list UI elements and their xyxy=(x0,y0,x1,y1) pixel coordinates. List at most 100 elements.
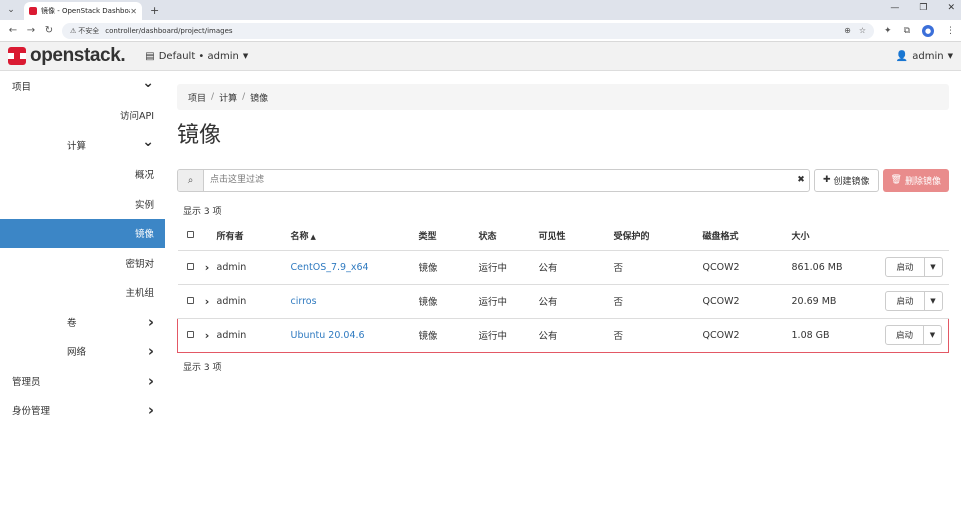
tab-close-icon[interactable]: ✕ xyxy=(130,7,137,16)
row-checkbox[interactable] xyxy=(186,262,194,270)
cell-protected: 否 xyxy=(613,317,703,353)
sidebar-item-label: 身份管理 xyxy=(12,406,51,418)
cell-name[interactable]: Ubuntu 20.04.6 xyxy=(290,317,419,353)
extension-icon[interactable]: ✦ xyxy=(884,26,892,36)
sidebar-item-0[interactable]: 项目 ⌄ xyxy=(0,71,165,101)
sidebar-item-9[interactable]: 网络 › xyxy=(0,337,165,367)
url-field[interactable]: ⚠ 不安全 controller/dashboard/project/images… xyxy=(62,22,875,39)
col-owner[interactable]: 所有者 xyxy=(216,222,291,251)
row-actions-dropdown-icon[interactable]: ▼ xyxy=(924,291,943,311)
col-name[interactable]: 名称 ▲ xyxy=(290,222,419,251)
sidebar-item-2[interactable]: 计算 ⌄ xyxy=(0,130,165,160)
col-type[interactable]: 类型 xyxy=(418,222,479,251)
insecure-indicator[interactable]: ⚠ 不安全 xyxy=(70,26,99,36)
cell-format: QCOW2 xyxy=(702,250,792,285)
bookmark-star-icon[interactable]: ☆ xyxy=(859,26,866,35)
sidebar-item-4[interactable]: 实例 xyxy=(0,189,165,219)
sidebar-item-7[interactable]: 主机组 xyxy=(0,278,165,308)
breadcrumb-compute[interactable]: 计算 xyxy=(219,91,237,104)
row-actions-dropdown-icon[interactable]: ▼ xyxy=(924,257,943,277)
col-visibility[interactable]: 可见性 xyxy=(538,222,614,251)
cell-protected: 否 xyxy=(613,284,703,319)
user-label: admin xyxy=(912,50,944,62)
sidebar-item-label: 计算 xyxy=(67,140,87,152)
plus-icon: ✚ xyxy=(822,175,831,185)
filter-input[interactable] xyxy=(204,169,793,191)
chevron-right-icon: › xyxy=(147,342,154,361)
reload-icon[interactable]: ↻ xyxy=(42,25,56,36)
sidebar-item-5[interactable]: 镜像 xyxy=(0,218,165,248)
sidebar-item-label: 实例 xyxy=(134,199,154,211)
user-menu[interactable]: 👤 admin ▼ xyxy=(896,51,953,62)
project-selector[interactable]: ▤ Default • admin ▼ xyxy=(145,51,248,62)
search-icon[interactable]: ⌕ xyxy=(178,169,204,191)
cell-status: 运行中 xyxy=(478,250,539,285)
chevron-down-icon: ⌄ xyxy=(142,133,154,150)
cell-type: 镜像 xyxy=(418,250,479,285)
col-disk-format[interactable]: 磁盘格式 xyxy=(702,222,792,251)
browser-menu-icon[interactable]: ⋮ xyxy=(946,26,955,36)
tab-search-icon[interactable]: ⌄ xyxy=(4,3,18,17)
sidebar-item-1[interactable]: 访问API xyxy=(0,101,165,131)
expand-row-chevron-icon[interactable]: › xyxy=(197,284,217,319)
row-checkbox[interactable] xyxy=(187,330,194,338)
chevron-right-icon: › xyxy=(147,401,154,420)
launch-button[interactable]: 启动 xyxy=(884,325,924,345)
expand-row-chevron-icon[interactable]: › xyxy=(197,250,217,285)
row-actions-dropdown-icon[interactable]: ▼ xyxy=(924,325,942,345)
openstack-logo[interactable]: openstack. xyxy=(8,45,126,67)
window-controls: — ❐ ✕ xyxy=(890,3,955,13)
breadcrumb-images: 镜像 xyxy=(250,93,269,104)
clear-filter-icon[interactable]: ✖ xyxy=(793,170,809,191)
sidebar-item-6[interactable]: 密钥对 xyxy=(0,248,165,278)
cell-format: QCOW2 xyxy=(702,317,792,353)
cell-visibility: 公有 xyxy=(538,284,614,319)
forward-icon[interactable]: → xyxy=(24,25,38,36)
close-window-icon[interactable]: ✕ xyxy=(947,3,955,13)
launch-button[interactable]: 启动 xyxy=(885,257,925,277)
sidebar-item-label: 概况 xyxy=(134,170,154,182)
chevron-right-icon: › xyxy=(147,312,154,331)
table-row: › admin cirros 镜像 运行中 公有否 QCOW2 20.69 MB 启动 ▼ xyxy=(177,284,949,319)
sort-asc-icon: ▲ xyxy=(310,233,316,242)
col-size[interactable]: 大小 xyxy=(791,222,862,251)
cell-size: 20.69 MB xyxy=(791,284,862,319)
sidebar-item-8[interactable]: 卷 › xyxy=(0,307,165,337)
item-count-top: 显示 3 项 xyxy=(183,207,222,217)
table-row: › admin Ubuntu 20.04.6 镜像 运行中 公有否 QCOW2 1.08 GB… xyxy=(177,317,950,353)
caret-down-icon: ▼ xyxy=(242,52,249,60)
create-image-button[interactable]: ✚ 创建镜像 xyxy=(813,168,879,192)
cell-format: QCOW2 xyxy=(702,284,792,319)
launch-button[interactable]: 启动 xyxy=(885,291,925,311)
cell-protected: 否 xyxy=(613,250,703,285)
sidebar-item-10[interactable]: 管理员 › xyxy=(0,366,165,396)
sidebar-item-3[interactable]: 概况 xyxy=(0,160,165,190)
openstack-logo-icon xyxy=(8,47,26,65)
cell-name[interactable]: CentOS_7.9_x64 xyxy=(290,250,419,285)
row-checkbox[interactable] xyxy=(186,296,194,304)
expand-row-chevron-icon[interactable]: › xyxy=(197,317,217,353)
extensions-puzzle-icon[interactable]: ⧉ xyxy=(904,26,910,36)
images-table: 所有者 名称 ▲ 类型 状态 可见性 受保护的 磁盘格式 大小 › admin Cen… xyxy=(177,222,950,353)
address-bar-row: ← → ↻ ⚠ 不安全 controller/dashboard/project/… xyxy=(0,20,961,42)
logo-text: openstack. xyxy=(30,45,126,66)
zoom-icon[interactable]: ⊕ xyxy=(844,26,851,35)
sidebar-item-label: 镜像 xyxy=(134,229,154,241)
cell-name[interactable]: cirros xyxy=(290,284,419,319)
back-icon[interactable]: ← xyxy=(6,25,20,36)
profile-avatar-icon[interactable]: ● xyxy=(922,24,934,37)
filter-box: ⌕ ✖ xyxy=(177,168,810,192)
browser-tab[interactable]: 镜像 - OpenStack Dashboard ✕ xyxy=(24,2,142,20)
col-status[interactable]: 状态 xyxy=(478,222,539,251)
new-tab-plus-icon[interactable]: + xyxy=(150,4,159,17)
minimize-icon[interactable]: — xyxy=(890,3,899,13)
sidebar-item-11[interactable]: 身份管理 › xyxy=(0,396,165,426)
sidebar-item-label: 密钥对 xyxy=(125,258,154,270)
breadcrumb-project[interactable]: 项目 xyxy=(188,91,206,104)
delete-image-button[interactable]: 🗑 删除镜像 xyxy=(882,168,949,192)
restore-icon[interactable]: ❐ xyxy=(919,3,927,13)
insecure-label: 不安全 xyxy=(78,26,100,35)
col-protected[interactable]: 受保护的 xyxy=(613,222,703,251)
tab-title: 镜像 - OpenStack Dashboard xyxy=(41,7,130,15)
select-all-checkbox[interactable] xyxy=(186,230,194,238)
